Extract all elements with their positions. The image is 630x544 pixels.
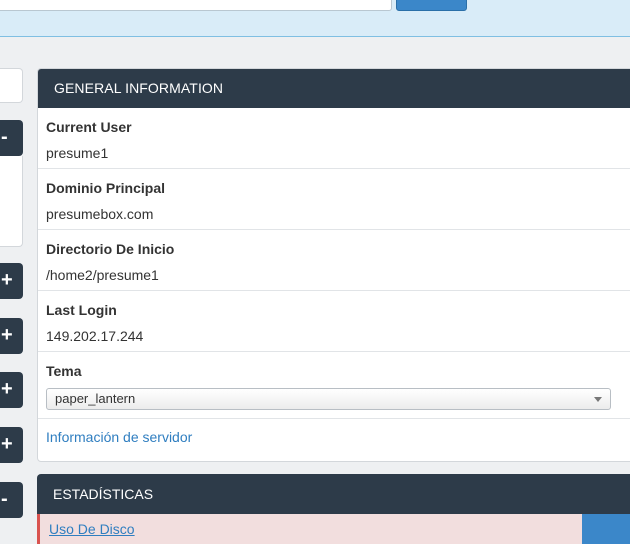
server-info-link[interactable]: Información de servidor bbox=[46, 429, 192, 445]
collapse-toggle-button[interactable]: - bbox=[0, 120, 23, 156]
left-panel-body bbox=[0, 156, 23, 247]
search-button[interactable] bbox=[396, 0, 467, 11]
statistics-panel-title: ESTADÍSTICAS bbox=[37, 474, 630, 514]
theme-select[interactable]: paper_lantern bbox=[46, 388, 611, 410]
info-row-primary-domain: Dominio Principal presumebox.com bbox=[38, 169, 630, 230]
info-value: presume1 bbox=[46, 145, 109, 161]
info-row-theme: Tema paper_lantern bbox=[38, 352, 630, 419]
info-row-last-login: Last Login 149.202.17.244 bbox=[38, 291, 630, 352]
info-label: Tema bbox=[46, 363, 82, 379]
chevron-down-icon bbox=[594, 397, 602, 402]
server-info-row: Información de servidor bbox=[38, 419, 630, 455]
info-value: /home2/presume1 bbox=[46, 267, 159, 283]
disk-usage-bar bbox=[582, 514, 630, 544]
info-label: Directorio De Inicio bbox=[46, 241, 175, 257]
info-label: Last Login bbox=[46, 302, 117, 318]
info-row-current-user: Current User presume1 bbox=[38, 108, 630, 169]
expand-toggle-button[interactable]: + bbox=[0, 318, 23, 354]
search-input[interactable] bbox=[0, 0, 392, 11]
info-value: 149.202.17.244 bbox=[46, 328, 144, 344]
info-row-home-directory: Directorio De Inicio /home2/presume1 bbox=[38, 230, 630, 291]
collapse-toggle-button[interactable]: - bbox=[0, 482, 23, 518]
general-information-panel: GENERAL INFORMATION Current User presume… bbox=[37, 68, 630, 462]
panel-title: GENERAL INFORMATION bbox=[38, 69, 630, 108]
info-label: Dominio Principal bbox=[46, 180, 166, 196]
disk-usage-link[interactable]: Uso De Disco bbox=[37, 514, 582, 544]
expand-toggle-button[interactable]: + bbox=[0, 372, 23, 408]
info-label: Current User bbox=[46, 119, 132, 135]
expand-toggle-button[interactable]: + bbox=[0, 427, 23, 463]
theme-select-value: paper_lantern bbox=[55, 391, 136, 406]
info-value: presumebox.com bbox=[46, 206, 154, 222]
expand-toggle-button[interactable]: + bbox=[0, 263, 23, 299]
left-search-field[interactable] bbox=[0, 68, 23, 103]
search-bar-area bbox=[0, 0, 630, 37]
